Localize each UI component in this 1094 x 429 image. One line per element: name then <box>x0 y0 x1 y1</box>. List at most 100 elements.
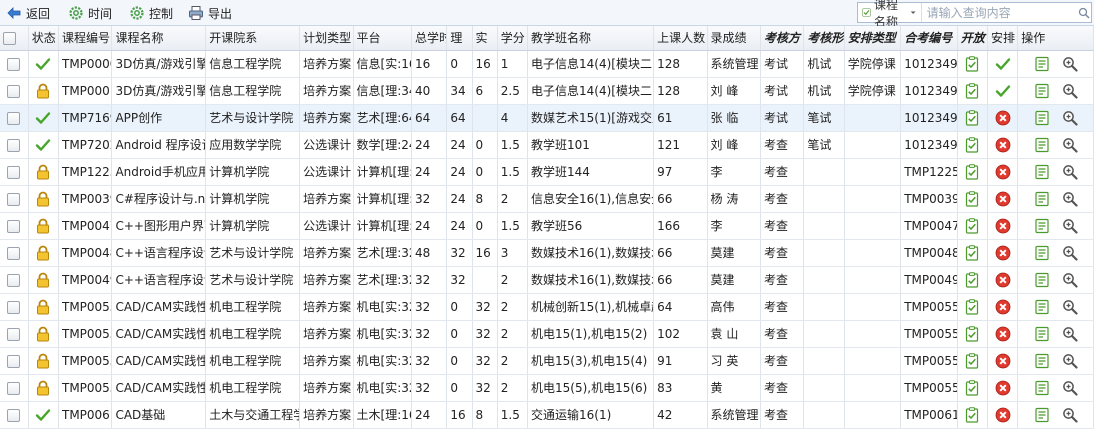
col-exam-method[interactable]: 考核方 <box>760 26 805 51</box>
search-input[interactable] <box>921 4 1077 21</box>
back-button[interactable]: 返回 <box>6 3 50 23</box>
open-clipboard-icon[interactable] <box>957 212 988 240</box>
detail-list-icon[interactable] <box>1034 83 1050 98</box>
row-checkbox[interactable] <box>0 212 29 240</box>
table-row[interactable]: TMP0055 CAD/CAM实践性 机电工程学院 培养方案 机电[实:32 32 0 32 2… <box>0 347 1094 375</box>
control-button[interactable]: 控制 <box>129 3 173 23</box>
col-count[interactable]: 上课人数 <box>653 26 708 51</box>
schedule-cancel-icon[interactable] <box>987 374 1019 402</box>
table-row[interactable]: TMP0039C#程序设计与.net计算机学院培养方案计算机[理:2322482… <box>0 185 1094 213</box>
open-clipboard-icon[interactable] <box>957 239 988 267</box>
zoom-in-icon[interactable] <box>1062 191 1078 207</box>
col-total-hours[interactable]: 总学时 <box>411 26 448 51</box>
col-status[interactable]: 状态 <box>28 26 59 51</box>
table-row[interactable]: TMP7202 Android 程序设计 应用数学学院 公选课计 数学[理:24 24 24… <box>0 131 1094 159</box>
table-row[interactable]: TMP0048C++语言程序设计艺术与设计学院培养方案艺术[理:32483216… <box>0 239 1094 267</box>
schedule-cancel-icon[interactable] <box>987 185 1019 213</box>
zoom-in-icon[interactable] <box>1062 56 1078 72</box>
open-clipboard-icon[interactable] <box>957 104 988 132</box>
col-theory[interactable]: 理 <box>446 26 473 51</box>
detail-list-icon[interactable] <box>1034 272 1050 287</box>
col-arrange-type[interactable]: 安排类型 <box>844 26 902 51</box>
open-clipboard-icon[interactable] <box>957 158 988 186</box>
schedule-cancel-icon[interactable] <box>987 293 1019 321</box>
detail-list-icon[interactable] <box>1034 353 1050 368</box>
zoom-in-icon[interactable] <box>1062 110 1078 126</box>
select-all-checkbox[interactable] <box>0 26 29 51</box>
col-grader[interactable]: 录成绩 <box>707 26 762 51</box>
table-row[interactable]: TMP0001 3D仿真/游戏引擎 信息工程学院 培养方案 信息[理:34 40 34 6 2.… <box>0 77 1094 105</box>
zoom-in-icon[interactable] <box>1062 326 1078 342</box>
open-clipboard-icon[interactable] <box>957 266 988 294</box>
open-clipboard-icon[interactable] <box>957 131 988 159</box>
col-class[interactable]: 教学班名称 <box>527 26 655 51</box>
zoom-in-icon[interactable] <box>1062 218 1078 234</box>
schedule-cancel-icon[interactable] <box>987 212 1019 240</box>
col-joint-code[interactable]: 合考编号 <box>900 26 958 51</box>
open-clipboard-icon[interactable] <box>957 401 988 429</box>
table-row[interactable]: TMP0055 CAD/CAM实践性 机电工程学院 培养方案 机电[实:32 32 0 32 2… <box>0 374 1094 402</box>
detail-list-icon[interactable] <box>1034 299 1050 314</box>
open-clipboard-icon[interactable] <box>957 320 988 348</box>
detail-list-icon[interactable] <box>1034 218 1050 233</box>
zoom-in-icon[interactable] <box>1062 299 1078 315</box>
schedule-cancel-icon[interactable] <box>987 347 1019 375</box>
search-button[interactable] <box>1077 3 1091 22</box>
row-checkbox[interactable] <box>0 401 29 429</box>
row-checkbox[interactable] <box>0 104 29 132</box>
row-checkbox[interactable] <box>0 347 29 375</box>
schedule-cancel-icon[interactable] <box>987 401 1019 429</box>
col-name[interactable]: 课程名称 <box>111 26 207 51</box>
col-exam-form[interactable]: 考核形 <box>803 26 845 51</box>
zoom-in-icon[interactable] <box>1062 407 1078 423</box>
row-checkbox[interactable] <box>0 131 29 159</box>
export-button[interactable]: 导出 <box>188 3 232 23</box>
schedule-cancel-icon[interactable] <box>987 266 1019 294</box>
schedule-cancel-icon[interactable] <box>987 131 1019 159</box>
zoom-in-icon[interactable] <box>1062 137 1078 153</box>
schedule-cancel-icon[interactable] <box>987 158 1019 186</box>
schedule-check-icon[interactable] <box>987 77 1019 105</box>
col-plan[interactable]: 计划类型 <box>299 26 354 51</box>
zoom-in-icon[interactable] <box>1062 380 1078 396</box>
col-schedule[interactable]: 安排 <box>987 26 1019 51</box>
detail-list-icon[interactable] <box>1034 137 1050 152</box>
row-checkbox[interactable] <box>0 293 29 321</box>
time-button[interactable]: 时间 <box>68 3 112 23</box>
schedule-cancel-icon[interactable] <box>987 104 1019 132</box>
zoom-in-icon[interactable] <box>1062 272 1078 288</box>
row-checkbox[interactable] <box>0 320 29 348</box>
table-row[interactable]: TMP0061 CAD基础 土木与交通工程学 培养方案 土木[理:16 24 16 8 1.5 交… <box>0 401 1094 429</box>
col-credit[interactable]: 学分 <box>497 26 529 51</box>
open-clipboard-icon[interactable] <box>957 50 988 78</box>
schedule-cancel-icon[interactable] <box>987 320 1019 348</box>
detail-list-icon[interactable] <box>1034 326 1050 341</box>
detail-list-icon[interactable] <box>1034 191 1050 206</box>
col-platform[interactable]: 平台 <box>353 26 413 51</box>
row-checkbox[interactable] <box>0 158 29 186</box>
detail-list-icon[interactable] <box>1034 245 1050 260</box>
detail-list-icon[interactable] <box>1034 110 1050 125</box>
row-checkbox[interactable] <box>0 239 29 267</box>
row-checkbox[interactable] <box>0 266 29 294</box>
table-row[interactable]: TMP7169 APP创作 艺术与设计学院 培养方案 艺术[理:64 64 64 4 数媒艺术1… <box>0 104 1094 132</box>
open-clipboard-icon[interactable] <box>957 293 988 321</box>
col-dept[interactable]: 开课院系 <box>205 26 301 51</box>
search-field-select[interactable]: 课程名称 <box>858 0 922 29</box>
row-checkbox[interactable] <box>0 50 29 78</box>
detail-list-icon[interactable] <box>1034 164 1050 179</box>
open-clipboard-icon[interactable] <box>957 77 988 105</box>
schedule-cancel-icon[interactable] <box>987 239 1019 267</box>
row-checkbox[interactable] <box>0 374 29 402</box>
row-checkbox[interactable] <box>0 185 29 213</box>
zoom-in-icon[interactable] <box>1062 353 1078 369</box>
table-row[interactable]: TMP0047C++图形用户界面计算机学院公选课计计算机[理:2242401.5… <box>0 212 1094 240</box>
col-practice[interactable]: 实 <box>472 26 498 51</box>
open-clipboard-icon[interactable] <box>957 185 988 213</box>
table-row[interactable]: TMP0055 CAD/CAM实践性 机电工程学院 培养方案 机电[实:32 32 0 32 2… <box>0 293 1094 321</box>
zoom-in-icon[interactable] <box>1062 245 1078 261</box>
row-checkbox[interactable] <box>0 77 29 105</box>
zoom-in-icon[interactable] <box>1062 164 1078 180</box>
table-row[interactable]: TMP0049C++语言程序设计艺术与设计学院培养方案艺术[理:3232322数… <box>0 266 1094 294</box>
detail-list-icon[interactable] <box>1034 380 1050 395</box>
